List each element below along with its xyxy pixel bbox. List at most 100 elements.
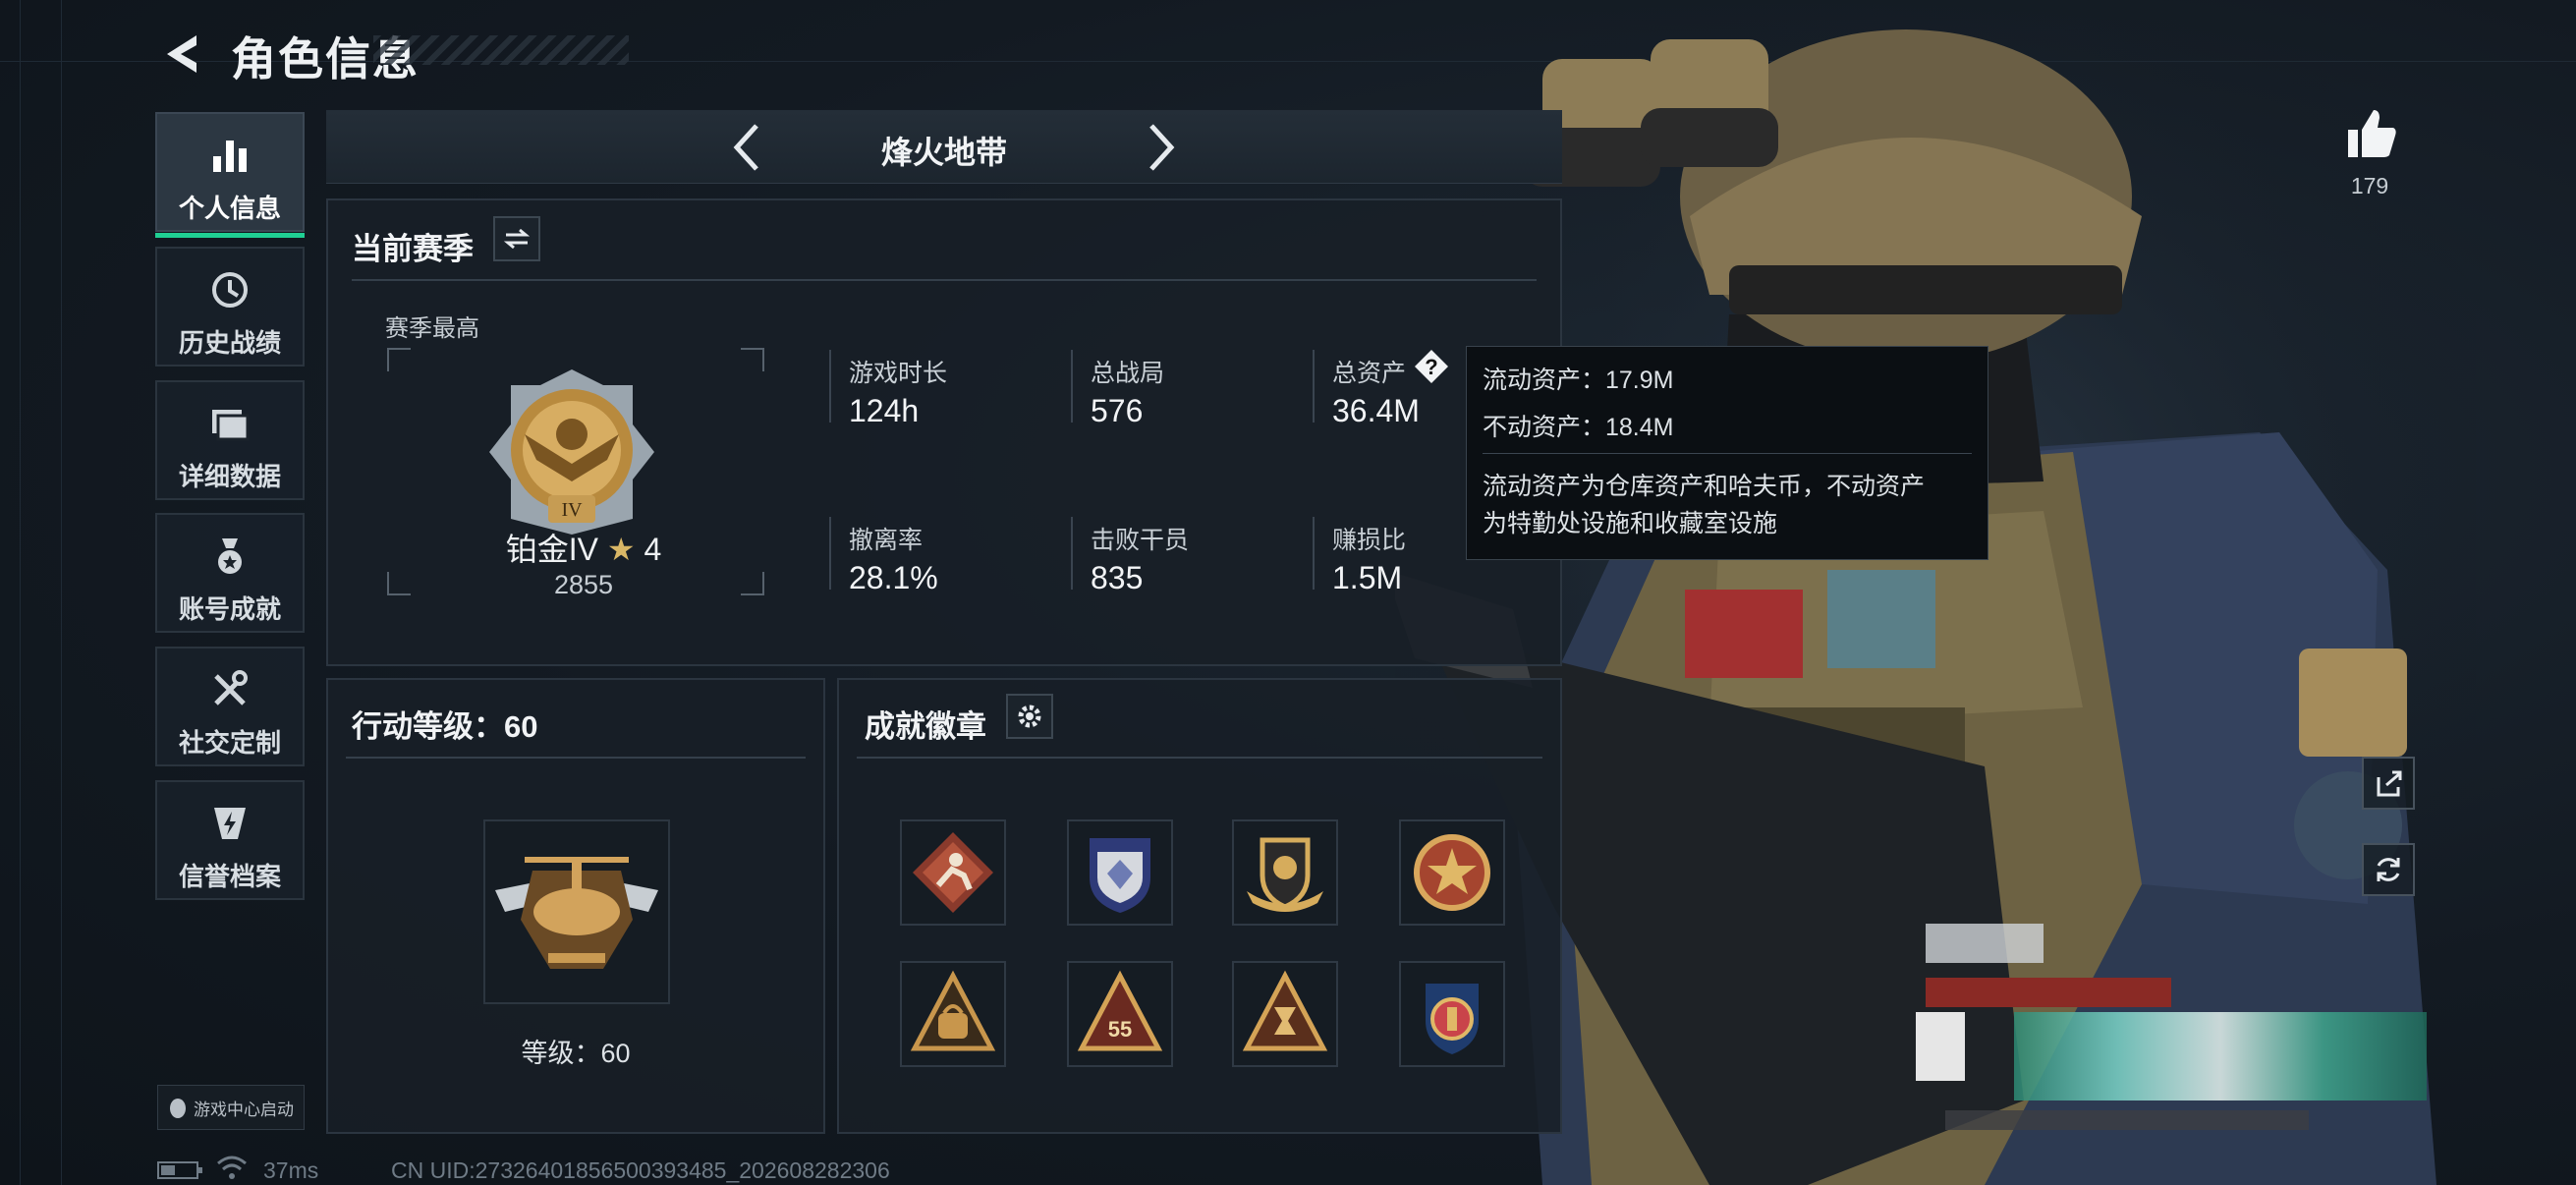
shield-bolt-icon <box>157 800 303 847</box>
game-center-label: 游戏中心启动 <box>194 1100 294 1119</box>
divider <box>857 757 1542 759</box>
badge-slot[interactable] <box>900 819 1006 926</box>
star-icon: ★ <box>606 532 636 567</box>
badge-slot[interactable] <box>900 961 1006 1067</box>
sidebar-item-label: 信誉档案 <box>178 862 281 891</box>
bar-chart-icon <box>157 132 303 179</box>
penguin-icon <box>170 1099 186 1118</box>
rank-points: 2855 <box>553 570 614 599</box>
share-button[interactable] <box>2362 757 2415 810</box>
mode-title: 烽火地带 <box>880 135 1007 170</box>
platinum-rank-emblem-icon: IV <box>489 369 654 535</box>
tooltip-divider <box>1483 453 1972 454</box>
frame-corner <box>387 348 411 371</box>
stat-label-kills: 击败干员 <box>1091 527 1190 554</box>
stat-label-play-time: 游戏时长 <box>849 360 948 387</box>
divider <box>352 279 1537 281</box>
stat-value-kills: 835 <box>1091 560 1144 595</box>
blurred-avatar <box>1916 1012 1965 1081</box>
badge-slot[interactable] <box>1232 961 1338 1067</box>
helicopter-level-emblem-icon <box>495 857 658 969</box>
sidebar-item-label: 个人信息 <box>178 194 281 223</box>
sidebar-item-social[interactable]: 社交定制 <box>155 647 305 766</box>
stat-divider <box>1071 517 1073 590</box>
stat-value-play-time: 124h <box>849 393 920 428</box>
game-center-launch-button[interactable]: 游戏中心启动 <box>157 1085 305 1130</box>
blurred-info <box>1945 1110 2309 1130</box>
stat-value-total-matches: 576 <box>1091 393 1144 428</box>
assets-help-button[interactable]: ? <box>1413 348 1450 385</box>
action-level-title: 行动等级：60 <box>352 709 538 744</box>
sidebar-item-label: 历史战绩 <box>178 328 281 358</box>
bag-badge-icon <box>910 970 996 1051</box>
gear-icon <box>1018 705 1041 728</box>
sidebar-item-reputation[interactable]: 信誉档案 <box>155 780 305 900</box>
like-count: 179 <box>2350 173 2389 198</box>
round-shield-badge-icon <box>1426 984 1479 1054</box>
blurred-info <box>2014 1012 2427 1100</box>
badge-slot[interactable] <box>1399 819 1505 926</box>
level-text: 等级：60 <box>521 1039 631 1068</box>
battery-icon <box>157 1161 202 1179</box>
back-arrow-button[interactable] <box>157 29 206 79</box>
stat-divider <box>1313 350 1315 423</box>
stat-divider <box>829 517 831 590</box>
switch-season-button[interactable] <box>493 216 540 261</box>
wifi-icon <box>217 1156 247 1179</box>
tooltip-note-line1: 流动资产为仓库资产和哈夫币，不动资产 <box>1483 473 1926 500</box>
bg-grid-line <box>61 0 63 1185</box>
thumbs-up-icon[interactable] <box>2340 104 2399 163</box>
mode-next-arrow-button[interactable] <box>1130 118 1189 177</box>
star-badge-icon <box>1414 834 1490 911</box>
rank-name-row: 铂金IV ★ 4 <box>328 525 839 570</box>
clock-history-icon <box>157 266 303 313</box>
winged-shield-badge-icon <box>1247 837 1323 912</box>
sidebar-item-label: 详细数据 <box>178 462 281 491</box>
blurred-player-name <box>1926 924 2044 963</box>
tooltip-fixed-assets: 不动资产：18.4M <box>1483 414 1674 441</box>
swap-icon <box>503 228 531 250</box>
blurred-tag <box>1926 978 2171 1007</box>
title-decoration <box>373 35 629 65</box>
stat-label-total-matches: 总战局 <box>1091 360 1165 387</box>
badge-slot[interactable] <box>1399 961 1505 1067</box>
badge-slot[interactable] <box>1067 819 1173 926</box>
stat-divider <box>1313 517 1315 590</box>
refresh-button[interactable] <box>2362 843 2415 896</box>
badge-slot[interactable] <box>1232 819 1338 926</box>
badge-slot[interactable]: 55 <box>1067 961 1173 1067</box>
sidebar-item-history[interactable]: 历史战绩 <box>155 247 305 367</box>
tooltip-note-line2: 为特勤处设施和收藏室设施 <box>1483 510 1778 537</box>
refresh-icon <box>2377 858 2400 881</box>
svg-text:?: ? <box>1425 355 1437 379</box>
stat-divider <box>1071 350 1073 423</box>
season-best-label: 赛季最高 <box>385 315 479 342</box>
rank-emblem-numeral: IV <box>561 499 583 521</box>
rank-stars: 4 <box>644 532 662 567</box>
frame-corner <box>741 348 764 371</box>
level-emblem-frame <box>483 819 670 1004</box>
sidebar-item-achievements[interactable]: 账号成就 <box>155 513 305 633</box>
badge-settings-button[interactable] <box>1006 694 1053 739</box>
runner-badge-icon <box>913 832 993 913</box>
current-season-panel: 当前赛季 赛季最高 IV 铂金IV ★ 4 2855 游戏时长 124h 总战局… <box>326 198 1562 666</box>
uid-text: CN UID:27326401856500393485_202608282306 <box>391 1157 890 1183</box>
sidebar-item-personal-info[interactable]: 个人信息 <box>155 112 305 238</box>
season-title: 当前赛季 <box>352 232 474 266</box>
mode-selector: 烽火地带 <box>326 110 1562 184</box>
sidebar-item-label: 社交定制 <box>178 728 281 758</box>
stat-value-total-assets: 36.4M <box>1332 393 1420 428</box>
medal-icon <box>157 533 303 580</box>
stat-value-extraction-rate: 28.1% <box>849 560 938 595</box>
sidebar-item-details[interactable]: 详细数据 <box>155 380 305 500</box>
tooltip-liquid-assets: 流动资产：17.9M <box>1483 367 1674 394</box>
assets-tooltip: 流动资产：17.9M 不动资产：18.4M 流动资产为仓库资产和哈夫币，不动资产… <box>1466 346 1988 560</box>
stat-label-total-assets: 总资产 <box>1332 360 1407 387</box>
stat-value-profit-ratio: 1.5M <box>1332 560 1403 595</box>
hourglass-badge-icon <box>1242 970 1328 1051</box>
ping-text: 37ms <box>263 1157 319 1183</box>
app-root: 角色信息 个人信息 历史战绩 详细数据 账号成就 社交定制 信誉档案 游戏中心启… <box>0 0 2576 1185</box>
bg-grid-line <box>20 0 23 1185</box>
achievement-badges-panel: 成就徽章 55 <box>837 678 1562 1134</box>
question-icon: ? <box>1415 350 1448 383</box>
